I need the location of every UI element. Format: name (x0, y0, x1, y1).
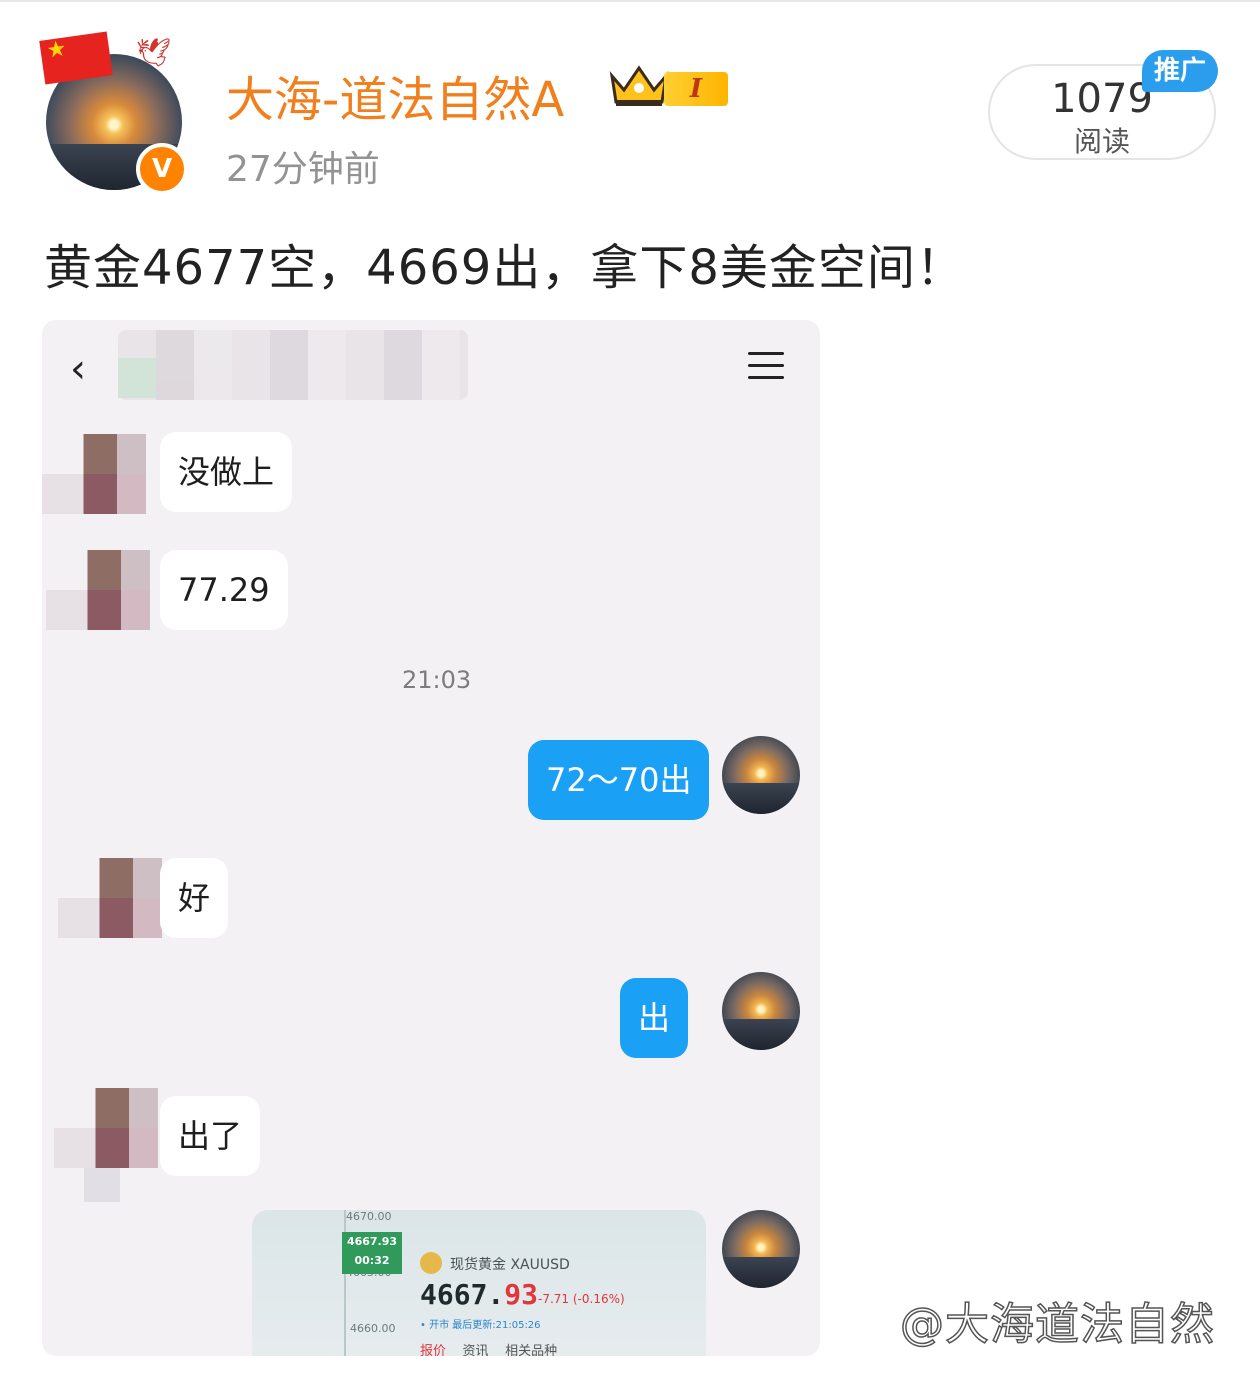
pixel-fragment (84, 1168, 120, 1202)
tab-quote: 报价 (420, 1344, 447, 1356)
tab-related: 相关品种 (505, 1344, 558, 1356)
my-avatar (722, 736, 800, 814)
post-text: 黄金4677空，4669出，拿下8美金空间！ (44, 240, 965, 296)
contact-avatar-pixelated (42, 434, 146, 514)
axis-tick: 4670.00 (346, 1210, 392, 1223)
quote-price: 4667.93 (420, 1278, 538, 1311)
gold-quote-image[interactable]: 4670.00 4665.00 4660.00 4667.93 00:32 现货… (252, 1210, 706, 1356)
price-change: -7.71 (-0.16%) (538, 1292, 625, 1306)
top-divider (0, 0, 1260, 2)
contact-avatar-pixelated (46, 550, 150, 630)
reads-label: 阅读 (1073, 125, 1130, 158)
menu-icon (748, 352, 784, 388)
bird-decoration-icon: 🕊 (136, 36, 172, 69)
contact-avatar-pixelated (58, 858, 162, 938)
chat-bubble-sent: 72～70出 (528, 740, 710, 820)
chat-screenshot[interactable]: ‹ 没做上 77.29 21:03 72～70出 好 出 出了 4670.00 … (42, 320, 820, 1356)
gold-logo-icon (420, 1252, 442, 1274)
price-tag: 4667.93 00:32 (342, 1232, 402, 1274)
chat-bubble-received: 好 (160, 858, 229, 938)
chat-timestamp: 21:03 (402, 666, 472, 694)
chat-bubble-received: 出了 (160, 1096, 261, 1176)
price-integer: 4667. (420, 1278, 505, 1311)
crown-icon (609, 65, 669, 106)
watermark: @大海道法自然 (899, 1298, 1215, 1351)
flag-icon: ★ (39, 31, 113, 85)
back-arrow-icon: ‹ (70, 346, 86, 392)
price-tag-time: 00:32 (354, 1254, 390, 1267)
chat-bubble-received: 77.29 (160, 550, 288, 630)
contact-avatar-pixelated (54, 1088, 158, 1168)
my-avatar (722, 972, 800, 1050)
market-status: • 开市 最后更新:21:05:26 (420, 1320, 541, 1331)
instrument-name: 现货黄金 XAUUSD (450, 1257, 570, 1273)
quote-tabs: 报价 资讯 相关品种 (420, 1340, 557, 1356)
my-avatar (722, 1210, 800, 1288)
tab-news: 资讯 (462, 1344, 489, 1356)
axis-tick: 4660.00 (350, 1322, 396, 1335)
blurred-chat-title (118, 330, 468, 400)
price-tag-value: 4667.93 (346, 1235, 398, 1248)
author-name[interactable]: 大海-道法自然A (226, 60, 564, 130)
chat-bubble-sent: 出 (620, 978, 689, 1058)
level-badge: I (664, 72, 728, 106)
promo-badge[interactable]: 推广 (1142, 50, 1218, 92)
post-time: 27分钟前 (226, 149, 380, 190)
chat-bubble-received: 没做上 (160, 432, 293, 512)
verified-icon: V (136, 143, 188, 195)
price-decimal: 93 (504, 1278, 539, 1311)
